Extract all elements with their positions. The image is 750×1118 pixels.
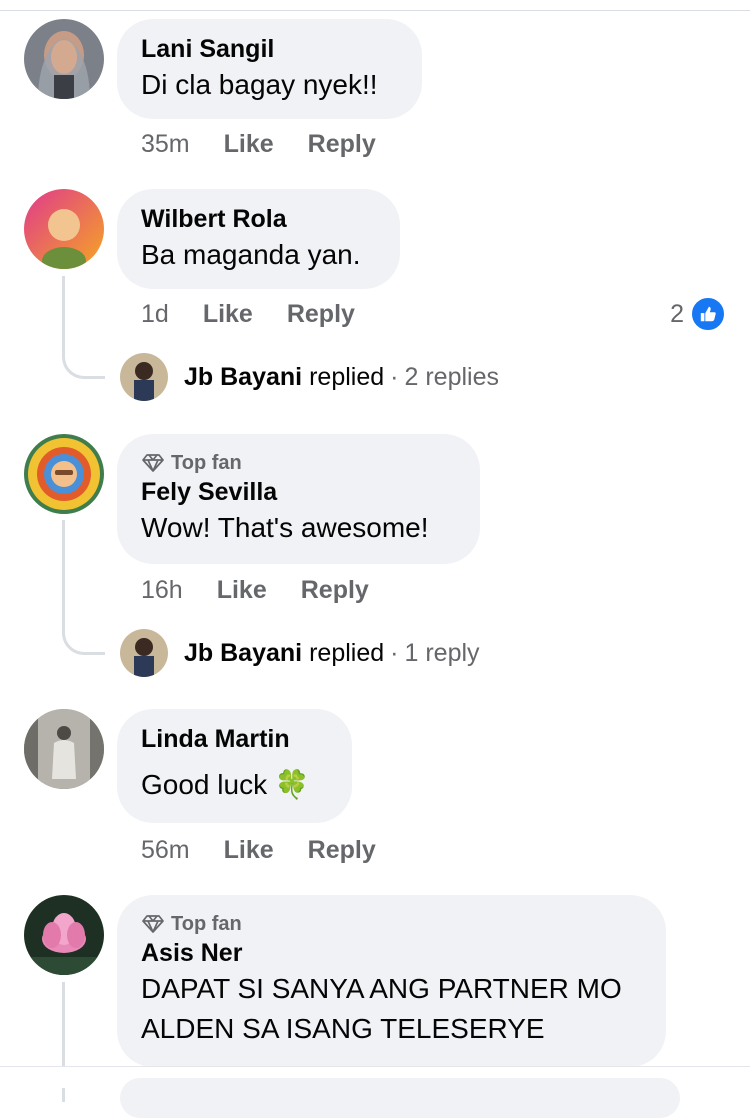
comment-author[interactable]: Asis Ner: [141, 937, 642, 969]
avatar: [120, 629, 168, 677]
avatar: [120, 353, 168, 401]
comment-actions: 1d Like Reply: [141, 298, 355, 330]
comment-bubble: Wilbert Rola Ba maganda yan.: [117, 189, 400, 289]
four-leaf-clover-emoji: 🍀: [274, 769, 310, 800]
avatar[interactable]: [24, 189, 104, 269]
separator: ·: [390, 638, 399, 667]
comment-author[interactable]: Wilbert Rola: [141, 203, 376, 235]
reply-author: Jb Bayani: [184, 362, 303, 391]
reply-button[interactable]: Reply: [301, 576, 369, 605]
comment-composer[interactable]: [120, 1078, 680, 1118]
comment-text: Good luck 🍀: [141, 765, 328, 805]
comment-actions: 16h Like Reply: [141, 574, 369, 606]
comment-text-content: Good luck: [141, 769, 268, 800]
thread-connector: [62, 520, 105, 655]
top-divider: [0, 10, 750, 11]
badge-label: Top fan: [171, 912, 242, 935]
comment-time[interactable]: 56m: [141, 836, 190, 865]
like-button[interactable]: Like: [224, 836, 274, 865]
separator: ·: [390, 362, 399, 391]
like-button[interactable]: Like: [224, 130, 274, 159]
comment-text: Wow! That's awesome!: [141, 512, 429, 543]
diamond-icon: [142, 915, 164, 933]
avatar[interactable]: [24, 19, 104, 99]
replies-summary[interactable]: Jb Bayani replied · 2 replies: [120, 353, 499, 401]
avatar[interactable]: [24, 434, 104, 514]
top-fan-badge: Top fan: [141, 450, 456, 476]
reply-count: 2 replies: [404, 362, 500, 391]
avatar[interactable]: [24, 709, 104, 789]
top-fan-badge: Top fan: [141, 911, 642, 937]
comment-text-line: ALDEN SA ISANG TELESERYE: [141, 1013, 545, 1044]
reply-verb: replied: [309, 362, 385, 391]
reply-count: 1 reply: [404, 638, 480, 667]
diamond-icon: [142, 454, 164, 472]
comment-bubble: Top fan Asis Ner DAPAT SI SANYA ANG PART…: [117, 895, 666, 1067]
comment-bubble: Top fan Fely Sevilla Wow! That's awesome…: [117, 434, 480, 564]
replies-summary[interactable]: Jb Bayani replied · 1 reply: [120, 629, 480, 677]
reply-button[interactable]: Reply: [308, 130, 376, 159]
reaction-count: 2: [670, 299, 684, 328]
reply-button[interactable]: Reply: [308, 836, 376, 865]
comment-time[interactable]: 16h: [141, 576, 183, 605]
comment-actions: 56m Like Reply: [141, 834, 376, 866]
reply-button[interactable]: Reply: [287, 300, 355, 329]
comment-author[interactable]: Lani Sangil: [141, 33, 398, 65]
avatar[interactable]: [24, 895, 104, 975]
thumbs-up-icon: [690, 296, 726, 332]
comment-text: Ba maganda yan.: [141, 239, 361, 270]
comment-bubble: Linda Martin Good luck 🍀: [117, 709, 352, 823]
comment-actions: 35m Like Reply: [141, 128, 376, 160]
like-button[interactable]: Like: [203, 300, 253, 329]
reaction-summary[interactable]: 2: [670, 296, 726, 332]
badge-label: Top fan: [171, 451, 242, 474]
comment-time[interactable]: 1d: [141, 300, 169, 329]
thread-connector: [62, 276, 105, 379]
comment-author[interactable]: Linda Martin: [141, 723, 328, 755]
reply-author: Jb Bayani: [184, 638, 303, 667]
comment-text: Di cla bagay nyek!!: [141, 69, 378, 100]
comment-author[interactable]: Fely Sevilla: [141, 476, 456, 508]
comment-text-line: DAPAT SI SANYA ANG PARTNER MO: [141, 973, 622, 1004]
reply-verb: replied: [309, 638, 385, 667]
comment-time[interactable]: 35m: [141, 130, 190, 159]
like-button[interactable]: Like: [217, 576, 267, 605]
comment-bubble: Lani Sangil Di cla bagay nyek!!: [117, 19, 422, 119]
